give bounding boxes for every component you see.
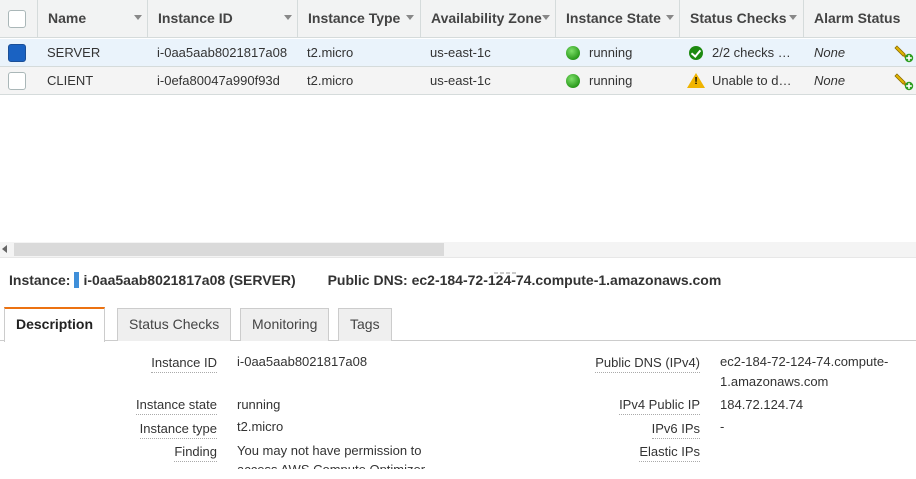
column-header-instance-id[interactable]: Instance ID: [147, 0, 297, 38]
detail-value-public-dns-line1: ec2-184-72-124-74.compute-: [720, 354, 889, 369]
details-tabs: Description Status Checks Monitoring Tag…: [0, 307, 916, 342]
detail-label-ipv6-ips: IPv6 IPs: [651, 420, 700, 439]
sort-arrow-icon[interactable]: [789, 15, 797, 20]
column-header-instance-id-label: Instance ID: [158, 10, 233, 26]
green-check-icon: [689, 46, 703, 60]
column-header-instance-type-label: Instance Type: [308, 10, 401, 26]
instance-value: i-0aa5aab8021817a08 (SERVER): [83, 272, 296, 288]
column-header-instance-type[interactable]: Instance Type: [297, 0, 420, 38]
tab-tags[interactable]: Tags: [338, 308, 392, 341]
detail-value-finding-line1: You may not have permission to: [237, 443, 422, 458]
warning-exclamation-icon: !: [694, 76, 698, 87]
column-header-alarm-status[interactable]: Alarm Status: [803, 0, 916, 38]
tab-description[interactable]: Description: [4, 307, 106, 342]
column-header-name-label: Name: [48, 10, 87, 26]
detail-value-ipv4-public-ip: 184.72.124.74: [720, 397, 804, 412]
detail-label-finding: Finding: [174, 443, 217, 462]
column-header-status-checks[interactable]: Status Checks: [679, 0, 803, 38]
detail-value-finding-line2: access AWS Compute Optimizer: [237, 460, 425, 469]
green-dot-icon: [566, 74, 580, 88]
instance-summary: Instance: i-0aa5aab8021817a08 (SERVER) Pu…: [9, 270, 721, 290]
sort-arrow-icon[interactable]: [406, 15, 414, 20]
cell-status-checks[interactable]: 2/2 checks …: [712, 39, 798, 67]
cell-instance-type: t2.micro: [307, 73, 354, 88]
tab-status-checks[interactable]: Status Checks: [117, 308, 232, 341]
drag-handle-icon[interactable]: [494, 262, 518, 274]
instance-label: Instance:: [9, 272, 71, 288]
sort-arrow-icon[interactable]: [284, 15, 292, 20]
cell-instance-type: t2.micro: [307, 45, 354, 60]
finding-value-clip: You may not have permission to access AW…: [237, 441, 457, 469]
cell-instance-id: i-0efa80047a990f93d: [157, 73, 280, 88]
column-header-availability-zone[interactable]: Availability Zone: [420, 0, 555, 38]
cell-availability-zone: us-east-1c: [430, 45, 491, 60]
scroll-left-arrow-icon[interactable]: [2, 245, 7, 253]
detail-label-instance-type: Instance type: [139, 420, 217, 439]
cell-alarm-status: None: [814, 45, 846, 60]
table-row[interactable]: CLIENT i-0efa80047a990f93d t2.micro us-e…: [0, 67, 916, 95]
detail-value-instance-type: t2.micro: [237, 419, 284, 434]
detail-label-public-dns: Public DNS (IPv4): [595, 354, 700, 373]
detail-value-public-dns-line2: 1.amazonaws.com: [720, 374, 829, 389]
pane-splitter[interactable]: [0, 257, 916, 262]
column-header-alarm-status-label: Alarm Status: [814, 10, 901, 26]
public-dns-value: ec2-184-72-124-74.compute-1.amazonaws.co…: [411, 272, 722, 288]
cell-name: CLIENT: [47, 73, 94, 88]
cell-instance-state: running: [589, 73, 633, 88]
detail-value-instance-state: running: [237, 397, 281, 412]
row-checkbox[interactable]: [8, 44, 26, 62]
sort-arrow-icon[interactable]: [542, 15, 550, 20]
column-header-availability-zone-label: Availability Zone: [431, 10, 542, 26]
column-header-instance-state[interactable]: Instance State: [555, 0, 679, 38]
detail-value-instance-id: i-0aa5aab8021817a08: [237, 354, 368, 369]
cell-name: SERVER: [47, 45, 101, 60]
detail-label-instance-state: Instance state: [136, 396, 217, 415]
public-dns-label: Public DNS:: [327, 272, 408, 288]
row-checkbox[interactable]: [8, 72, 26, 90]
column-header-status-checks-label: Status Checks: [690, 10, 787, 26]
cell-status-checks[interactable]: Unable to d…: [712, 67, 798, 95]
detail-value-ipv6-ips: -: [720, 419, 725, 434]
cell-instance-state: running: [589, 45, 633, 60]
sort-arrow-icon[interactable]: [134, 15, 142, 20]
add-alarm-icon[interactable]: [894, 71, 914, 91]
green-dot-icon: [566, 46, 580, 60]
instances-table-header: Name Instance ID Instance Type Availabil…: [0, 0, 916, 38]
cell-instance-id: i-0aa5aab8021817a08: [157, 45, 288, 60]
cell-alarm-status: None: [814, 73, 846, 88]
detail-label-elastic-ips: Elastic IPs: [639, 443, 700, 462]
detail-label-instance-id: Instance ID: [151, 354, 217, 373]
scrollbar-thumb[interactable]: [14, 243, 444, 256]
instance-marker: [74, 272, 80, 288]
column-header-instance-state-label: Instance State: [566, 10, 661, 26]
tab-monitoring[interactable]: Monitoring: [240, 308, 330, 341]
detail-label-ipv4-public-ip: IPv4 Public IP: [619, 396, 700, 415]
cell-availability-zone: us-east-1c: [430, 73, 491, 88]
horizontal-scrollbar[interactable]: [0, 242, 916, 257]
column-header-name[interactable]: Name: [37, 0, 146, 38]
add-alarm-icon[interactable]: [894, 43, 914, 63]
select-all-checkbox[interactable]: [8, 10, 26, 28]
table-row[interactable]: SERVER i-0aa5aab8021817a08 t2.micro us-e…: [0, 39, 916, 67]
sort-arrow-icon[interactable]: [666, 15, 674, 20]
